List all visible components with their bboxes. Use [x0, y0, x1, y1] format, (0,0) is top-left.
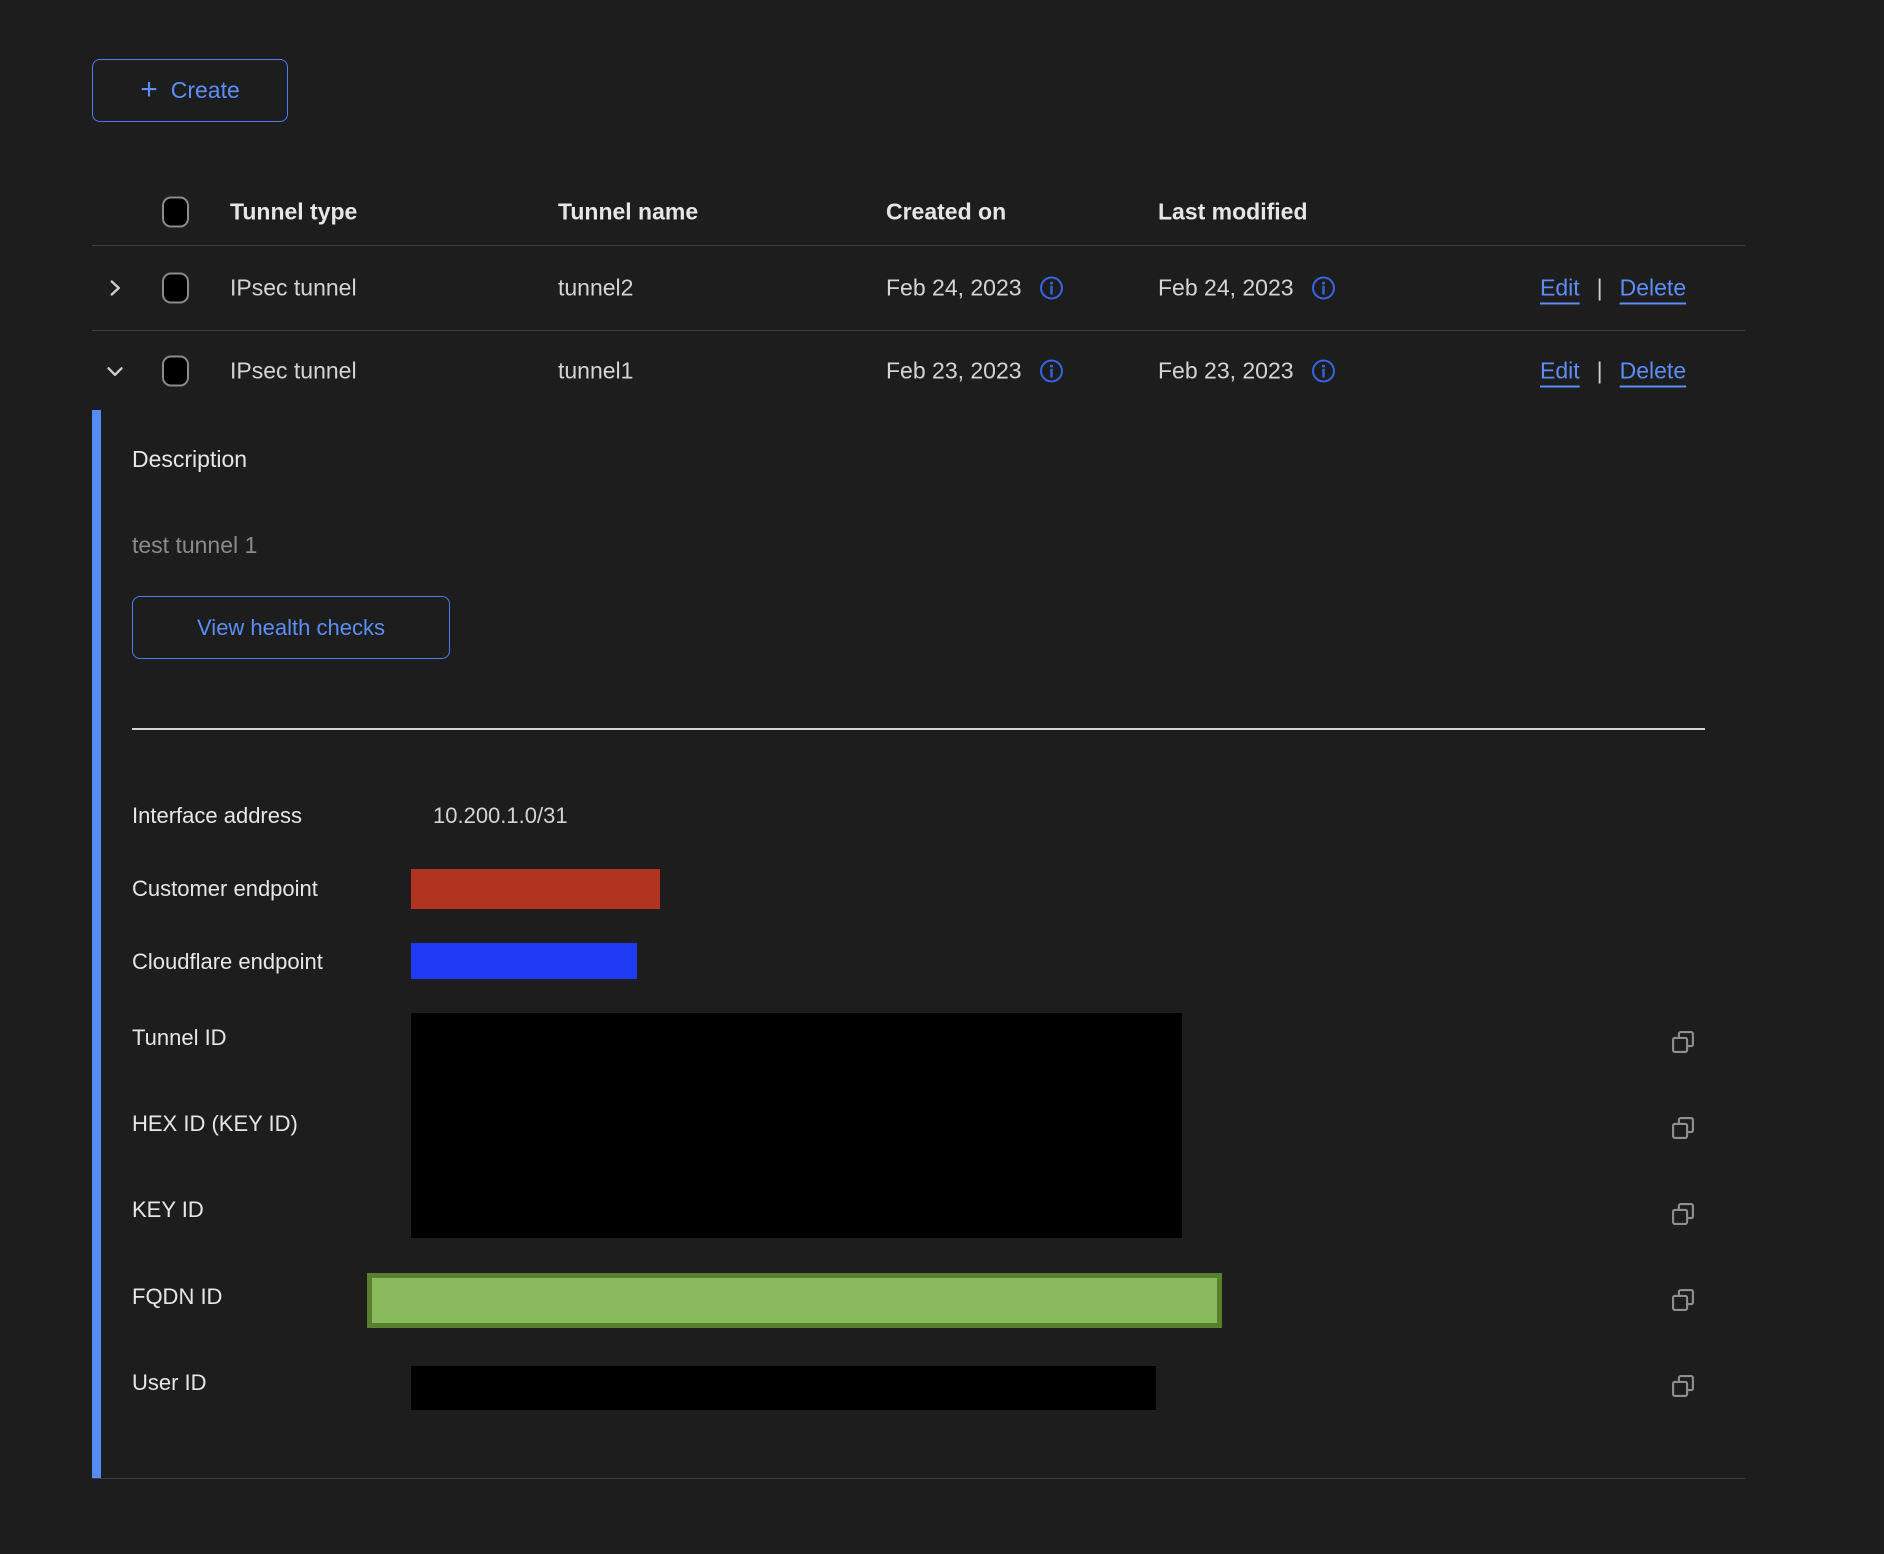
- last-modified-date: Feb 24, 2023: [1158, 274, 1294, 301]
- tunnel-id-label: Tunnel ID: [132, 1025, 227, 1051]
- action-separator: |: [1597, 357, 1603, 384]
- copy-hex-id-button[interactable]: [1667, 1112, 1699, 1144]
- action-separator: |: [1597, 274, 1603, 301]
- row-checkbox[interactable]: [162, 272, 189, 303]
- copy-fqdn-id-button[interactable]: [1667, 1284, 1699, 1316]
- created-on-cell: Feb 23, 2023: [886, 357, 1065, 384]
- tunnel-ids-redacted-value: [411, 1013, 1182, 1238]
- select-all-checkbox[interactable]: [162, 197, 189, 228]
- copy-icon: [1669, 1028, 1697, 1056]
- copy-icon: [1669, 1372, 1697, 1400]
- tunnel-name-cell: tunnel2: [558, 274, 633, 301]
- row-actions: Edit | Delete: [1540, 274, 1686, 301]
- table-header: Tunnel type Tunnel name Created on Last …: [92, 179, 1745, 246]
- info-icon[interactable]: [1310, 274, 1337, 301]
- last-modified-cell: Feb 23, 2023: [1158, 357, 1337, 384]
- last-modified-cell: Feb 24, 2023: [1158, 274, 1337, 301]
- create-button-label: Create: [171, 77, 240, 104]
- expand-indicator-bar: [92, 410, 101, 1478]
- delete-link[interactable]: Delete: [1620, 357, 1686, 384]
- customer-endpoint-label: Customer endpoint: [132, 876, 318, 902]
- tunnel-name-cell: tunnel1: [558, 357, 633, 384]
- table-row: IPsec tunnel tunnel2 Feb 24, 2023 Feb 24…: [92, 245, 1745, 331]
- column-header-created-on: Created on: [886, 199, 1006, 226]
- description-value: test tunnel 1: [132, 532, 257, 559]
- delete-link[interactable]: Delete: [1620, 274, 1686, 301]
- chevron-down-icon: [102, 358, 128, 384]
- expand-row-button[interactable]: [98, 271, 132, 305]
- info-icon[interactable]: [1038, 274, 1065, 301]
- row-checkbox[interactable]: [162, 355, 189, 386]
- copy-key-id-button[interactable]: [1667, 1198, 1699, 1230]
- info-icon[interactable]: [1038, 357, 1065, 384]
- tunnel-type-cell: IPsec tunnel: [230, 274, 357, 301]
- created-on-cell: Feb 24, 2023: [886, 274, 1065, 301]
- copy-user-id-button[interactable]: [1667, 1370, 1699, 1402]
- table-row: IPsec tunnel tunnel1 Feb 23, 2023 Feb 23…: [92, 331, 1745, 410]
- key-id-label: KEY ID: [132, 1197, 204, 1223]
- hex-id-label: HEX ID (KEY ID): [132, 1111, 298, 1137]
- cloudflare-endpoint-label: Cloudflare endpoint: [132, 949, 323, 975]
- interface-address-label: Interface address: [132, 803, 302, 829]
- user-id-label: User ID: [132, 1370, 207, 1396]
- description-label: Description: [132, 446, 247, 473]
- section-divider: [132, 728, 1705, 730]
- column-header-last-modified: Last modified: [1158, 199, 1308, 226]
- view-health-checks-label: View health checks: [197, 615, 385, 641]
- tunnels-page: + Create Tunnel type Tunnel name Created…: [0, 0, 1884, 1554]
- last-modified-date: Feb 23, 2023: [1158, 357, 1294, 384]
- edit-link[interactable]: Edit: [1540, 274, 1580, 301]
- info-icon[interactable]: [1310, 357, 1337, 384]
- copy-icon: [1669, 1114, 1697, 1142]
- cloudflare-endpoint-redacted-value: [411, 943, 637, 979]
- row-actions: Edit | Delete: [1540, 357, 1686, 384]
- column-header-tunnel-type: Tunnel type: [230, 199, 357, 226]
- created-on-date: Feb 23, 2023: [886, 357, 1022, 384]
- copy-icon: [1669, 1200, 1697, 1228]
- created-on-date: Feb 24, 2023: [886, 274, 1022, 301]
- interface-address-value: 10.200.1.0/31: [433, 803, 568, 829]
- copy-icon: [1669, 1286, 1697, 1314]
- customer-endpoint-redacted-value: [411, 869, 660, 909]
- tunnel-type-cell: IPsec tunnel: [230, 357, 357, 384]
- collapse-row-button[interactable]: [98, 354, 132, 388]
- view-health-checks-button[interactable]: View health checks: [132, 596, 450, 659]
- fqdn-id-label: FQDN ID: [132, 1284, 222, 1310]
- tunnel-detail-panel: Description test tunnel 1 View health ch…: [92, 410, 1745, 1479]
- chevron-right-icon: [102, 275, 128, 301]
- user-id-redacted-value: [411, 1366, 1156, 1410]
- column-header-tunnel-name: Tunnel name: [558, 199, 698, 226]
- copy-tunnel-id-button[interactable]: [1667, 1026, 1699, 1058]
- fqdn-id-redacted-value: [367, 1273, 1222, 1328]
- create-button[interactable]: + Create: [92, 59, 288, 122]
- edit-link[interactable]: Edit: [1540, 357, 1580, 384]
